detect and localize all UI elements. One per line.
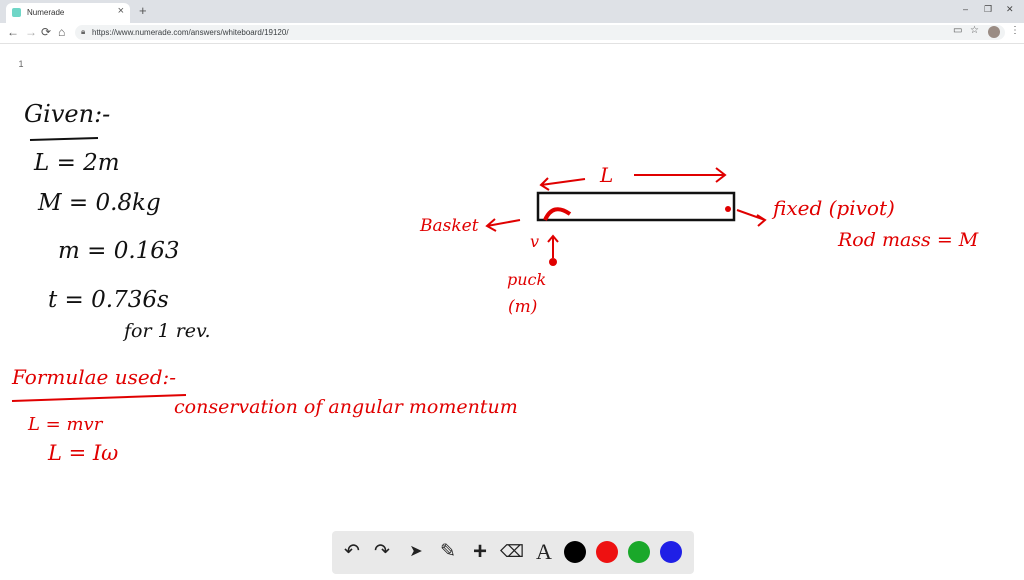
color-blue-button[interactable] [660,541,682,563]
given-line-rev: for 1 rev. [124,320,211,342]
conservation-note: conservation of angular momentum [174,396,518,418]
pen-icon[interactable]: ✎ [436,540,460,564]
length-arrow-right [634,167,727,183]
formula-mvr: L = mvr [28,414,103,435]
color-black-button[interactable] [564,541,586,563]
basket-label: Basket [420,216,479,236]
color-green-button[interactable] [628,541,650,563]
puck-dot [549,258,557,266]
redo-icon[interactable]: ↷ [370,540,394,564]
given-underline [29,137,99,141]
basket-arrow [485,218,521,232]
pivot-arrow [736,209,767,227]
given-line-m: M = 0.8kg [38,190,161,216]
rod-mass-label: Rod mass = M [838,229,979,251]
given-line-t: t = 0.736s [48,287,169,313]
fixed-pivot-label: fixed (pivot) [773,196,895,220]
select-pointer-icon[interactable]: ➤ [404,540,428,564]
text-tool-icon[interactable]: A [532,540,556,564]
velocity-arrow [547,234,559,258]
given-line-small-m: m = 0.163 [58,238,180,264]
undo-icon[interactable]: ↶ [340,540,364,564]
drawing-toolbar: ↶ ↷ ➤ ✎ + ⌫ A [332,531,694,574]
length-arrow-left [539,177,586,191]
puck-in-rod [543,207,572,221]
rod-rectangle [536,191,736,222]
pivot-dot [725,206,731,212]
eraser-icon[interactable]: ⌫ [500,540,524,564]
velocity-label: v [530,232,540,251]
given-line-l: L = 2m [34,150,120,176]
formulae-heading: Formulae used:- [12,365,177,389]
puck-label: puck [507,270,547,289]
formulae-underline [11,394,187,402]
given-heading: Given:- [24,100,111,128]
color-red-button[interactable] [596,541,618,563]
length-label: L [600,163,614,187]
add-icon[interactable]: + [468,540,492,564]
puck-mass-label: (m) [508,297,538,317]
formula-iw: L = Iω [48,441,119,465]
